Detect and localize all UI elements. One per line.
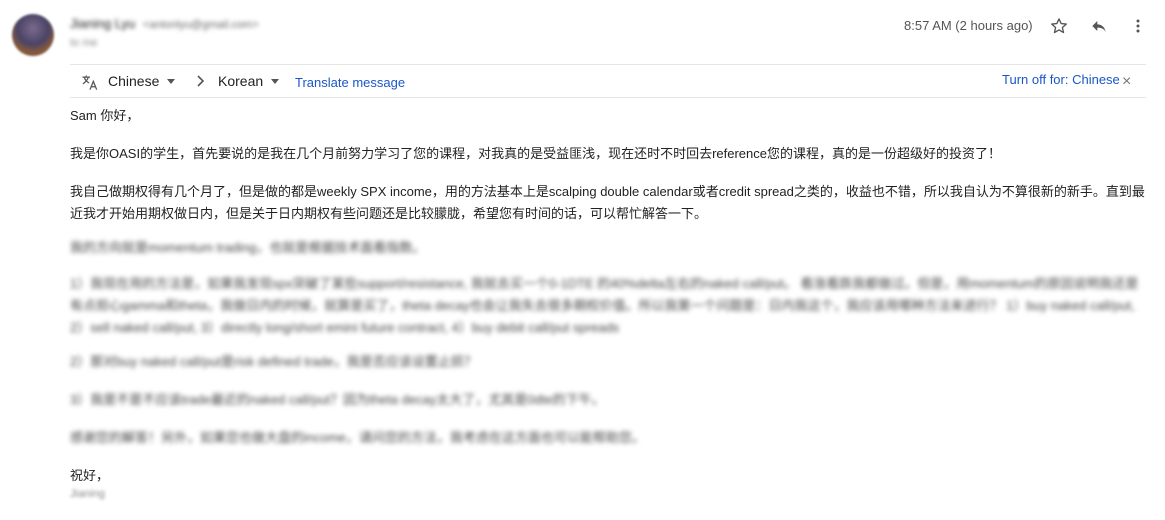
- target-language-select[interactable]: Korean: [218, 73, 280, 89]
- star-icon[interactable]: [1047, 14, 1071, 38]
- paragraph-1: 我是你OASI的学生，首先要说的是我在几个月前努力学习了您的课程，对我真的是受益…: [70, 146, 1001, 161]
- target-language-label: Korean: [218, 73, 264, 89]
- blurred-paragraph-2: 1）我现在用的方法是，如果我发现spx突破了某些support/resistan…: [70, 276, 1139, 335]
- chevron-down-icon: [271, 78, 280, 84]
- chevron-down-icon: [167, 78, 176, 84]
- sender-name[interactable]: Jianing Lyu: [70, 16, 135, 31]
- signoff: 祝好，: [70, 468, 110, 483]
- blurred-paragraph-5: 感谢您的解答！另外，如果您也做大盘的income，请问您的方法，我考虑在这方面也…: [70, 430, 645, 445]
- blurred-paragraph-1: 我的方向就是momentum trading，也就是根据技术面看指数。: [70, 240, 426, 255]
- chevron-right-icon: [194, 71, 208, 91]
- source-language-select[interactable]: Chinese: [108, 73, 176, 89]
- close-icon[interactable]: ×: [1122, 73, 1131, 91]
- source-language-label: Chinese: [108, 73, 160, 89]
- blurred-paragraph-4: 3）我是不是不应该trade最近的naked call/put？因为theta …: [70, 392, 605, 407]
- signature-name: Jianing: [70, 488, 105, 500]
- sender-avatar[interactable]: [12, 14, 54, 56]
- translate-icon: [80, 73, 100, 93]
- reply-icon[interactable]: [1087, 14, 1111, 38]
- blurred-paragraph-3: 2）那对buy naked call/put是risk defined trad…: [70, 354, 477, 369]
- sender-line[interactable]: Jianing Lyu <antonlyu@gmail.com>: [70, 16, 259, 31]
- more-vert-icon[interactable]: [1126, 14, 1150, 38]
- message-timestamp: 8:57 AM (2 hours ago): [904, 18, 1033, 33]
- translate-bar: Chinese Korean Translate message Turn of…: [70, 64, 1146, 98]
- recipient-label[interactable]: to me: [70, 37, 98, 49]
- translate-message-link[interactable]: Translate message: [295, 75, 405, 90]
- greeting: Sam 你好，: [70, 108, 140, 123]
- paragraph-2: 我自己做期权得有几个月了，但是做的都是weekly SPX income，用的方…: [70, 184, 1145, 221]
- sender-email: <antonlyu@gmail.com>: [142, 19, 259, 31]
- turn-off-translation-link[interactable]: Turn off for: Chinese: [1002, 72, 1120, 87]
